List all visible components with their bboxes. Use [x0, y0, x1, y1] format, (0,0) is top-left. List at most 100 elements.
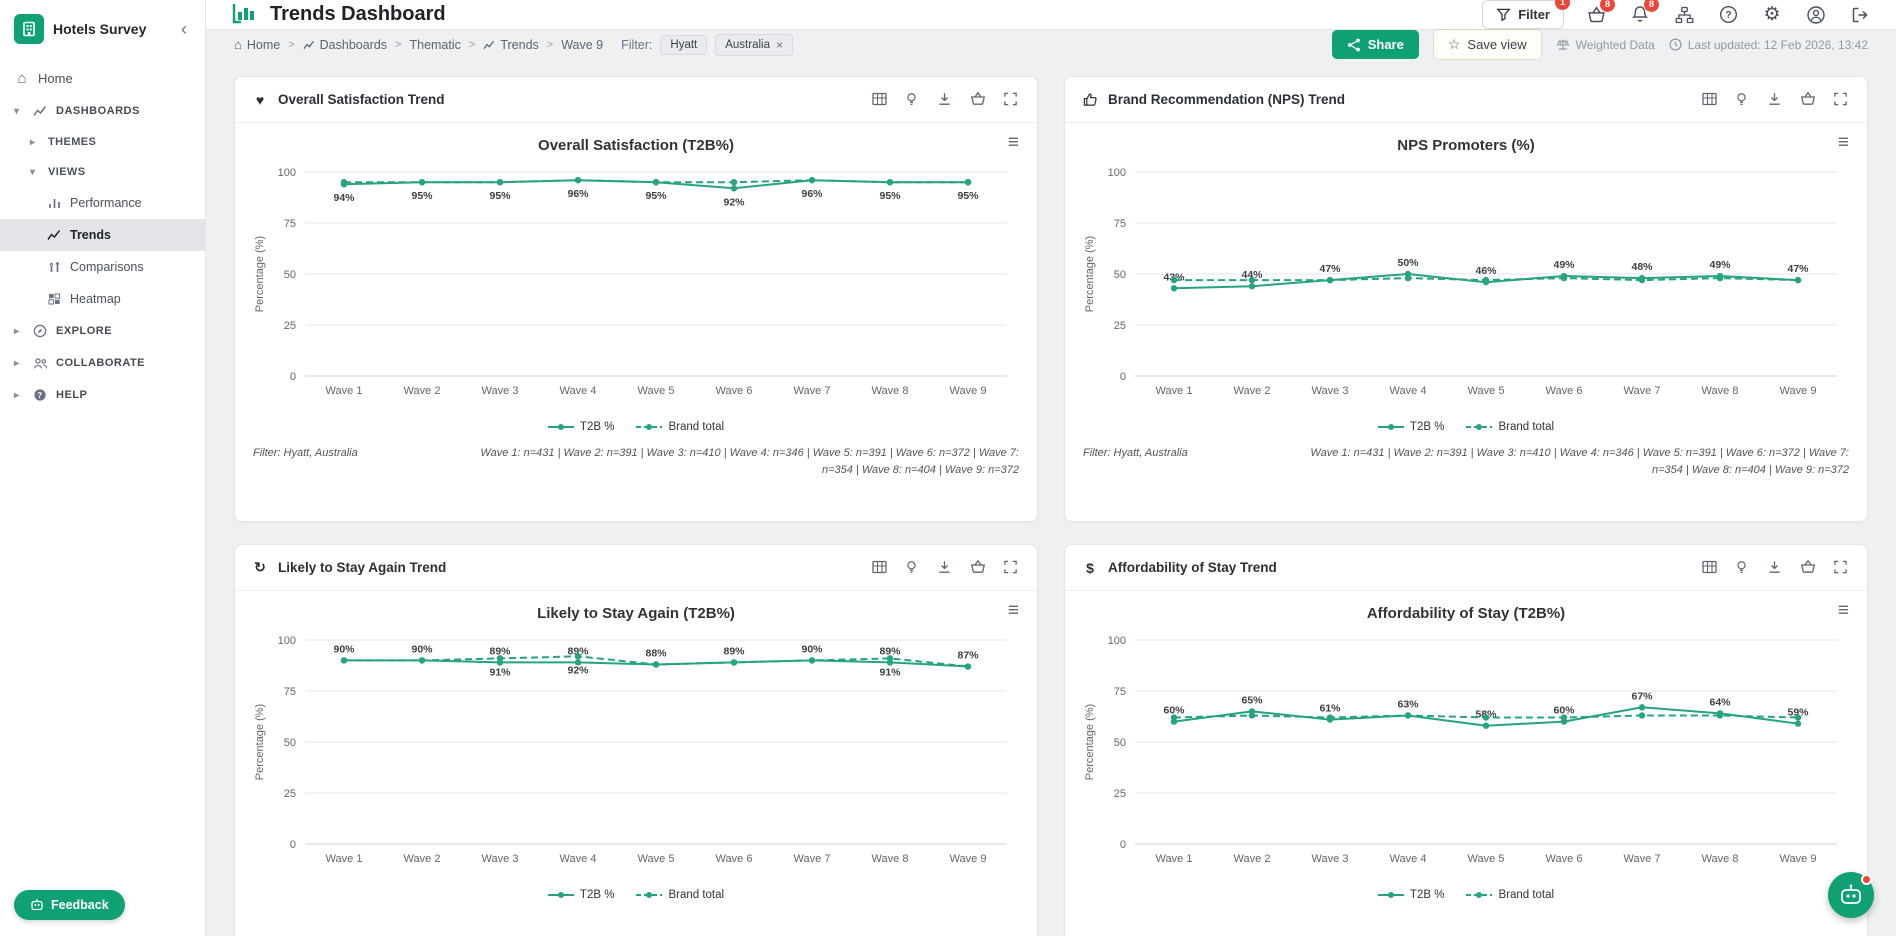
svg-text:Wave 6: Wave 6	[716, 853, 753, 865]
trend-chart-svg: 0255075100Wave 1Wave 2Wave 3Wave 4Wave 5…	[1079, 628, 1851, 880]
legend-item[interactable]: Brand total	[1466, 889, 1554, 901]
download-button[interactable]	[937, 91, 955, 109]
add-to-basket-button[interactable]	[970, 91, 988, 109]
basket-button[interactable]: 8	[1584, 3, 1608, 27]
sidebar-item-trends[interactable]: Trends	[0, 219, 205, 251]
notifications-button[interactable]: 8	[1628, 3, 1652, 27]
insights-button[interactable]	[904, 91, 922, 109]
sidebar-section-help[interactable]: ▸ ? HELP	[0, 379, 205, 411]
settings-button[interactable]: ⚙	[1760, 3, 1784, 27]
logout-button[interactable]	[1848, 3, 1872, 27]
fullscreen-button[interactable]	[1833, 91, 1851, 109]
legend-item[interactable]: T2B %	[548, 889, 615, 901]
dollar-icon: $	[1081, 560, 1099, 576]
legend-item[interactable]: T2B %	[1378, 421, 1445, 433]
account-button[interactable]	[1804, 3, 1828, 27]
sidebar-item-label: Trends	[70, 228, 111, 242]
filter-badge: 1	[1555, 0, 1570, 10]
sidebar-item-views[interactable]: ▾ VIEWS	[0, 157, 205, 187]
feedback-button[interactable]: Feedback	[14, 890, 125, 920]
legend-item[interactable]: T2B %	[548, 421, 615, 433]
download-icon	[937, 559, 952, 575]
download-icon	[1767, 91, 1782, 107]
breadcrumb-thematic[interactable]: Thematic	[409, 38, 460, 52]
legend-item[interactable]: T2B %	[1378, 889, 1445, 901]
svg-text:95%: 95%	[957, 190, 979, 202]
table-view-button[interactable]	[871, 91, 889, 109]
download-button[interactable]	[1767, 91, 1785, 109]
svg-text:61%: 61%	[1319, 703, 1341, 715]
insights-button[interactable]	[904, 559, 922, 577]
filter-chip-hyatt[interactable]: Hyatt	[660, 35, 707, 55]
breadcrumb-wave[interactable]: Wave 9	[561, 38, 603, 52]
chart-context-menu-button[interactable]: ≡	[1838, 133, 1849, 152]
svg-text:49%: 49%	[1553, 259, 1575, 271]
svg-text:91%: 91%	[879, 666, 901, 678]
add-to-basket-button[interactable]	[970, 559, 988, 577]
chart-context-menu-button[interactable]: ≡	[1008, 133, 1019, 152]
svg-text:Wave 6: Wave 6	[716, 385, 753, 397]
share-button[interactable]: Share	[1332, 30, 1419, 59]
download-button[interactable]	[937, 559, 955, 577]
sidebar-item-themes[interactable]: ▸ THEMES	[0, 127, 205, 157]
svg-text:95%: 95%	[879, 190, 901, 202]
filter-button-label: Filter	[1518, 7, 1550, 22]
sidebar-section-collaborate[interactable]: ▸ COLLABORATE	[0, 347, 205, 379]
sidebar-item-performance[interactable]: Performance	[0, 187, 205, 219]
weighted-data-toggle[interactable]: Weighted Data	[1556, 38, 1655, 52]
chatbot-launcher-button[interactable]	[1828, 872, 1874, 918]
help-button[interactable]: ?	[1716, 3, 1740, 27]
chart-context-menu-button[interactable]: ≡	[1838, 601, 1849, 620]
sidebar-collapse-button[interactable]: ‹	[175, 19, 193, 40]
add-to-basket-button[interactable]	[1800, 559, 1818, 577]
download-button[interactable]	[1767, 559, 1785, 577]
breadcrumb-dashboards[interactable]: Dashboards	[303, 38, 387, 52]
insights-button[interactable]	[1734, 91, 1752, 109]
sidebar-section-explore[interactable]: ▸ EXPLORE	[0, 315, 205, 347]
sidebar-item-comparisons[interactable]: Comparisons	[0, 251, 205, 283]
line-chart-icon	[303, 40, 315, 50]
expand-icon	[1833, 91, 1848, 107]
basket-badge: 8	[1600, 0, 1615, 12]
svg-text:Wave 3: Wave 3	[1312, 385, 1349, 397]
legend-item[interactable]: Brand total	[636, 889, 724, 901]
fullscreen-button[interactable]	[1003, 559, 1021, 577]
fullscreen-button[interactable]	[1833, 559, 1851, 577]
breadcrumb-trends[interactable]: Trends	[483, 38, 538, 52]
svg-text:Percentage (%): Percentage (%)	[254, 704, 266, 780]
card-toolbar	[871, 91, 1021, 109]
download-icon	[1767, 559, 1782, 575]
svg-text:96%: 96%	[567, 188, 589, 200]
legend-item[interactable]: Brand total	[636, 421, 724, 433]
svg-text:Wave 5: Wave 5	[1468, 853, 1505, 865]
sidebar-section-label: COLLABORATE	[56, 357, 145, 369]
svg-text:95%: 95%	[411, 190, 433, 202]
table-icon	[871, 559, 888, 575]
chart-title: Affordability of Stay (T2B%)	[1079, 601, 1853, 628]
expand-icon	[1003, 91, 1018, 107]
table-view-button[interactable]	[1701, 559, 1719, 577]
table-view-button[interactable]	[871, 559, 889, 577]
add-to-basket-button[interactable]	[1800, 91, 1818, 109]
chart-context-menu-button[interactable]: ≡	[1008, 601, 1019, 620]
sidebar-item-label: VIEWS	[48, 166, 85, 178]
sidebar-item-home[interactable]: ⌂ Home	[0, 62, 205, 95]
svg-text:Wave 5: Wave 5	[638, 385, 675, 397]
save-view-button[interactable]: ☆ Save view	[1433, 29, 1542, 60]
legend-item[interactable]: Brand total	[1466, 421, 1554, 433]
sidebar: Hotels Survey ‹ ⌂ Home ▾ DASHBOARDS ▸ TH…	[0, 0, 206, 936]
card-footnote	[1065, 903, 1867, 913]
filter-chip-australia[interactable]: Australia ×	[715, 34, 793, 56]
table-view-button[interactable]	[1701, 91, 1719, 109]
sidebar-section-dashboards[interactable]: ▾ DASHBOARDS	[0, 95, 205, 127]
insights-button[interactable]	[1734, 559, 1752, 577]
breadcrumb-home[interactable]: ⌂ Home	[234, 37, 280, 52]
card-likely-to-stay: ↻ Likely to Stay Again Trend Likely to S…	[234, 544, 1038, 936]
sidebar-item-heatmap[interactable]: Heatmap	[0, 283, 205, 315]
svg-text:Wave 9: Wave 9	[950, 853, 987, 865]
sitemap-button[interactable]	[1672, 3, 1696, 27]
app-name: Hotels Survey	[53, 21, 166, 37]
filter-button[interactable]: Filter 1	[1482, 0, 1564, 29]
chip-close-icon[interactable]: ×	[776, 38, 783, 52]
fullscreen-button[interactable]	[1003, 91, 1021, 109]
